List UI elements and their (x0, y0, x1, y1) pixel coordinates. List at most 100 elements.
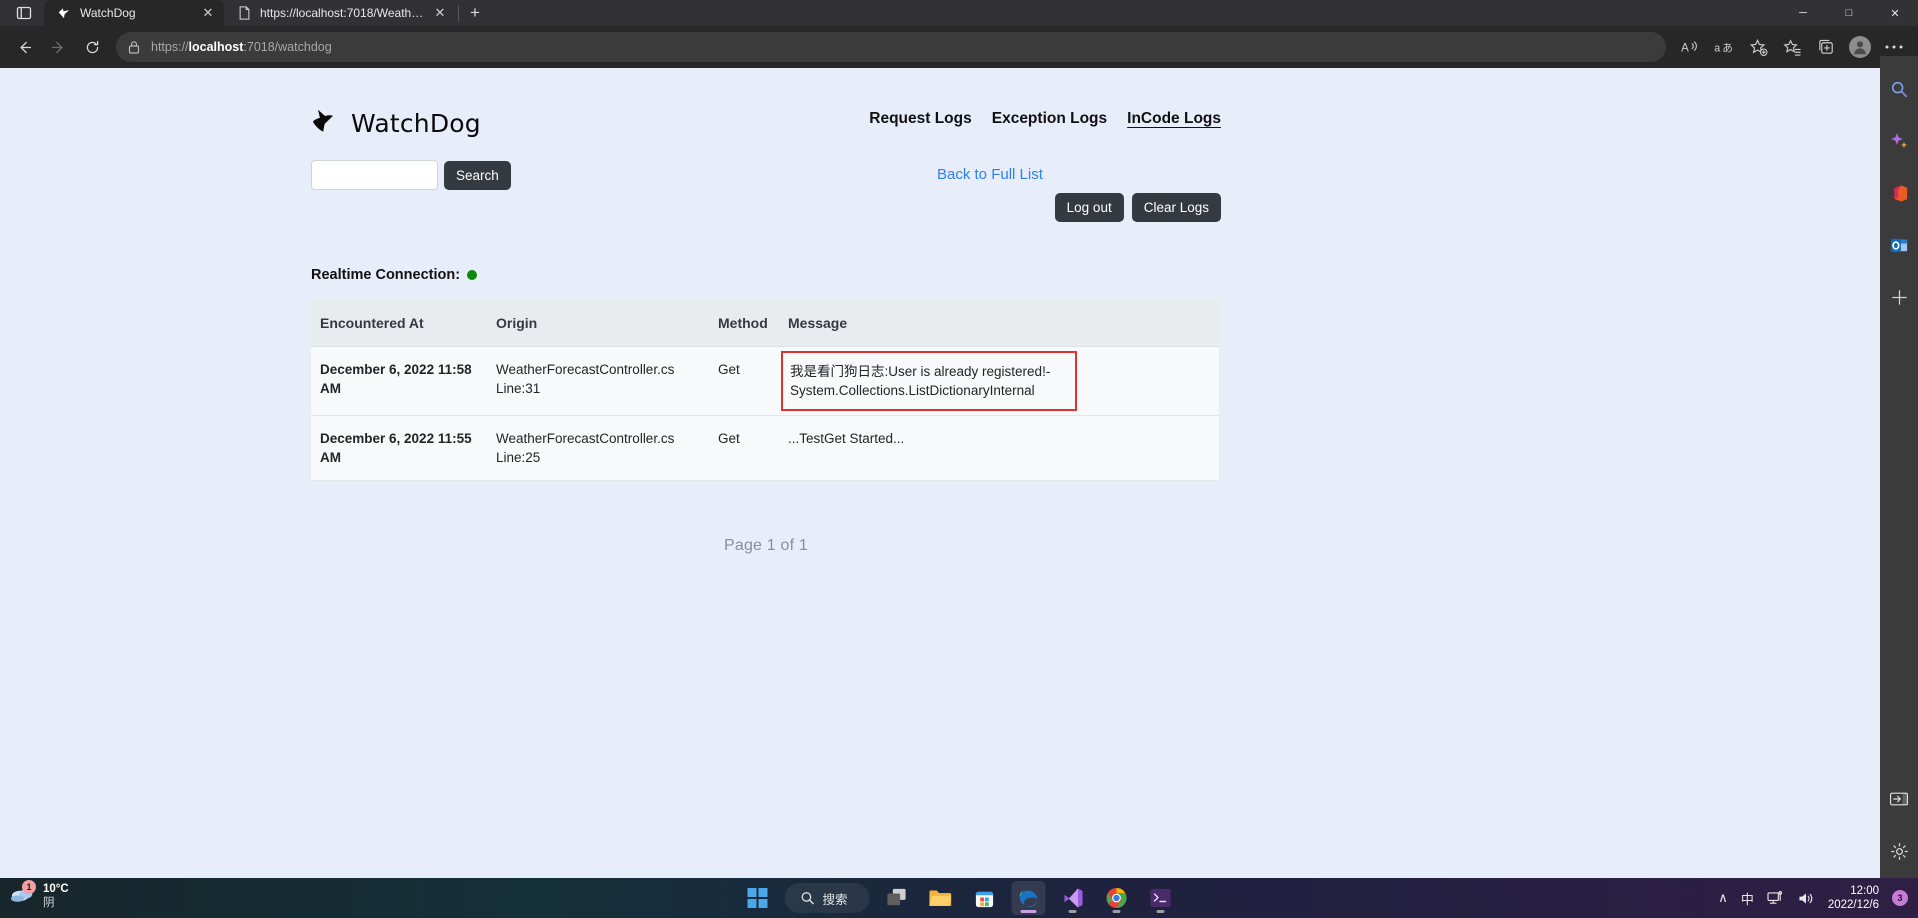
cell-message: ...TestGet Started... (779, 415, 1219, 481)
edge-icon[interactable] (1011, 881, 1046, 915)
page-viewport: WatchDog Request Logs Exception Logs InC… (0, 68, 1880, 878)
outlook-icon[interactable] (1880, 226, 1918, 264)
task-view-icon[interactable] (880, 881, 914, 915)
cell-method: Get (709, 346, 779, 416)
cell-origin: WeatherForecastController.cs Line:31 (487, 346, 709, 416)
brand: WatchDog (311, 90, 481, 141)
forward-icon[interactable] (42, 31, 74, 63)
logout-button[interactable]: Log out (1054, 193, 1124, 222)
back-to-full-list-link[interactable]: Back to Full List (937, 166, 1043, 183)
cloud-icon: 1 (10, 880, 36, 909)
header-row: WatchDog Request Logs Exception Logs InC… (311, 90, 1221, 141)
weather-widget[interactable]: 1 10°C 阴 (10, 880, 69, 910)
search-row: Search Back to Full List Log out Clear L… (311, 160, 1221, 222)
windows-taskbar: 1 10°C 阴 搜索 ∧ 中 12:00 2022/12/6 3 (0, 878, 1918, 918)
search-icon[interactable] (1880, 70, 1918, 108)
browser-window: WatchDog ✕ https://localhost:7018/Weathe… (0, 0, 1918, 878)
browser-tab-weatherforecast[interactable]: https://localhost:7018/WeatherFo ✕ (224, 0, 456, 26)
edge-sidebar (1880, 56, 1918, 878)
svg-text:A: A (1681, 42, 1689, 54)
chrome-icon[interactable] (1100, 881, 1134, 915)
close-tab-icon[interactable]: ✕ (432, 5, 448, 21)
microsoft-store-icon[interactable] (968, 881, 1002, 915)
realtime-label: Realtime Connection: (311, 267, 461, 283)
search-button[interactable]: Search (444, 160, 511, 190)
nav-incode-logs[interactable]: InCode Logs (1127, 110, 1221, 128)
favorites-icon[interactable] (1776, 31, 1808, 63)
close-window-button[interactable]: ✕ (1872, 0, 1918, 26)
tab-actions-icon[interactable] (4, 0, 44, 26)
svg-text:あ: あ (1722, 41, 1733, 54)
clock-date: 2022/12/6 (1827, 899, 1879, 911)
column-origin: Origin (487, 300, 709, 347)
close-tab-icon[interactable]: ✕ (200, 5, 216, 21)
profile-avatar[interactable] (1844, 31, 1876, 63)
watchdog-icon (56, 5, 72, 21)
realtime-connection-status: Realtime Connection: (311, 267, 1221, 283)
running-indicator (1156, 910, 1165, 913)
tab-separator (458, 5, 459, 21)
nav-request-logs[interactable]: Request Logs (869, 110, 971, 128)
cell-origin: WeatherForecastController.cs Line:25 (487, 415, 709, 481)
chevron-up-icon[interactable]: ∧ (1718, 890, 1728, 906)
new-tab-button[interactable]: + (461, 0, 489, 26)
lock-icon (126, 39, 142, 55)
start-icon[interactable] (740, 881, 774, 915)
weather-temperature: 10°C (43, 883, 69, 895)
active-indicator (1020, 910, 1037, 913)
add-sidebar-icon[interactable] (1880, 278, 1918, 316)
file-explorer-icon[interactable] (924, 881, 958, 915)
cell-encountered-at: December 6, 2022 11:55 AM (311, 415, 487, 481)
notification-badge[interactable]: 3 (1892, 890, 1908, 906)
minimize-button[interactable]: ─ (1780, 0, 1826, 26)
office-icon[interactable] (1880, 174, 1918, 212)
brand-name: WatchDog (351, 109, 481, 138)
maximize-button[interactable]: □ (1826, 0, 1872, 26)
taskbar-search[interactable]: 搜索 (784, 883, 870, 913)
column-message: Message (779, 300, 1219, 347)
ime-indicator[interactable]: 中 (1741, 889, 1754, 908)
weather-badge: 1 (22, 880, 36, 894)
add-favorite-icon[interactable] (1742, 31, 1774, 63)
search-group: Search (311, 160, 511, 190)
gear-icon[interactable] (1880, 832, 1918, 870)
pagination-label: Page 1 of 1 (723, 537, 809, 554)
taskbar-clock[interactable]: 12:00 2022/12/6 (1828, 884, 1879, 912)
column-encountered-at: Encountered At (311, 300, 487, 347)
cell-method: Get (709, 415, 779, 481)
terminal-icon[interactable] (1144, 881, 1178, 915)
volume-icon[interactable] (1797, 891, 1815, 906)
search-input[interactable] (311, 160, 438, 190)
status-badge (467, 270, 478, 280)
page-icon (236, 5, 252, 21)
table-row[interactable]: December 6, 2022 11:58 AM WeatherForecas… (311, 346, 1219, 416)
clear-logs-button[interactable]: Clear Logs (1131, 193, 1221, 222)
refresh-icon[interactable] (76, 31, 108, 63)
read-aloud-icon[interactable]: A (1674, 31, 1706, 63)
primary-nav: Request Logs Exception Logs InCode Logs (869, 90, 1221, 128)
expand-panel-icon[interactable] (1880, 780, 1918, 818)
url-text: https://localhost:7018/watchdog (151, 40, 332, 54)
tab-title: https://localhost:7018/WeatherFo (260, 6, 424, 20)
address-bar[interactable]: https://localhost:7018/watchdog (116, 32, 1666, 62)
action-buttons: Log out Clear Logs (1054, 193, 1221, 222)
running-indicator (1068, 910, 1077, 913)
nav-exception-logs[interactable]: Exception Logs (992, 110, 1107, 128)
network-icon[interactable] (1767, 890, 1784, 906)
copilot-icon[interactable] (1880, 122, 1918, 160)
browser-toolbar: https://localhost:7018/watchdog A aあ (0, 26, 1918, 68)
sidebar-bottom (1880, 766, 1918, 870)
back-icon[interactable] (8, 31, 40, 63)
cell-encountered-at: December 6, 2022 11:58 AM (311, 346, 487, 416)
collections-icon[interactable] (1810, 31, 1842, 63)
table-row[interactable]: December 6, 2022 11:55 AM WeatherForecas… (311, 415, 1219, 481)
translate-icon[interactable]: aあ (1708, 31, 1740, 63)
weather-text: 10°C 阴 (43, 882, 69, 910)
logs-table: Encountered At Origin Method Message Dec… (311, 300, 1219, 481)
clock-time: 12:00 (1850, 885, 1879, 897)
column-method: Method (709, 300, 779, 347)
window-controls: ─ □ ✕ (1780, 0, 1918, 26)
svg-text:a: a (1714, 42, 1720, 54)
browser-tab-watchdog[interactable]: WatchDog ✕ (44, 0, 224, 26)
visual-studio-icon[interactable] (1056, 881, 1090, 915)
